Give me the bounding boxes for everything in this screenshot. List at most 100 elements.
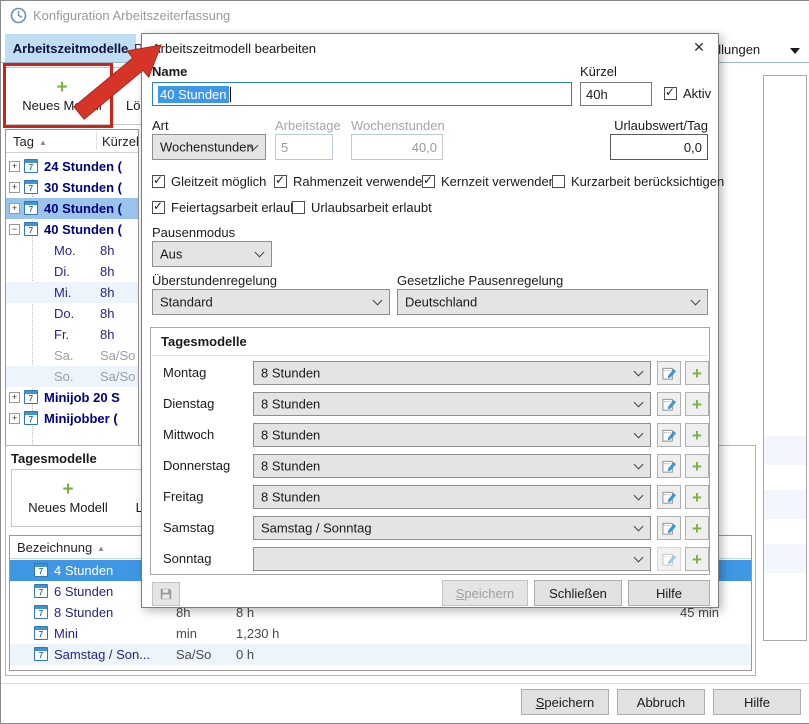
day-model-select-montag[interactable]: 8 Stunden (253, 361, 651, 385)
urlaubswert-input[interactable]: 0,0 (610, 134, 708, 160)
cancel-label: Abbruch (637, 695, 685, 710)
expand-icon[interactable] (9, 392, 20, 403)
table-row[interactable]: Minijob 20 S (6, 387, 138, 408)
name-input[interactable]: 40 Stunden (152, 82, 572, 106)
cancel-button[interactable]: Abbruch (617, 689, 705, 715)
feiertagsarbeit-checkbox-item[interactable]: Feiertagsarbeit erlaubt (152, 200, 301, 215)
kurzarbeit-checkbox-item[interactable]: Kurzarbeit berücksichtigen (552, 174, 724, 189)
column-separator[interactable] (96, 132, 97, 150)
edit-day-model-button[interactable] (657, 392, 681, 416)
add-day-model-button[interactable]: + (685, 485, 709, 509)
dialog-save-button[interactable]: Speichern (442, 580, 528, 606)
edit-day-model-button[interactable] (657, 516, 681, 540)
add-day-model-button[interactable]: + (685, 454, 709, 478)
row-kuerzel: min (176, 626, 197, 641)
checkbox-label: Aktiv (683, 86, 711, 101)
row-label: Do. (54, 306, 74, 321)
checkbox[interactable] (664, 87, 677, 100)
table-row-selected[interactable]: 40 Stunden ( (6, 198, 138, 219)
model-tree-panel: Tag Kürzel 24 Stunden ( 30 Stunden ( 40 … (5, 129, 139, 447)
ueberstunden-select[interactable]: Standard (152, 289, 390, 315)
day-model-select-freitag[interactable]: 8 Stunden (253, 485, 651, 509)
save-icon-button[interactable] (152, 582, 180, 606)
expand-icon[interactable] (9, 413, 20, 424)
edit-day-model-button[interactable] (657, 485, 681, 509)
checkbox[interactable] (274, 175, 287, 188)
urlaubswert-label: Urlaubswert/Tag (572, 118, 708, 133)
table-row[interactable]: Mini min 1,230 h (10, 623, 751, 644)
save-button[interactable]: Speichern (521, 689, 609, 715)
new-day-model-button[interactable]: + Neues Modell (16, 473, 120, 523)
edit-icon (662, 397, 677, 412)
edit-day-model-button[interactable] (657, 361, 681, 385)
table-row[interactable]: 30 Stunden ( (6, 177, 138, 198)
wochenstunden-label: Wochenstunden (351, 118, 445, 133)
column-header-tag[interactable]: Tag (13, 134, 47, 149)
column-header-bezeichnung[interactable]: Bezeichnung (17, 540, 105, 555)
edit-day-model-button[interactable] (657, 423, 681, 447)
kernzeit-checkbox-item[interactable]: Kernzeit verwenden (422, 174, 556, 189)
day-model-select-samstag[interactable]: Samstag / Sonntag (253, 516, 651, 540)
add-day-model-button[interactable]: + (685, 547, 709, 571)
checkbox[interactable] (292, 201, 305, 214)
chevron-down-icon[interactable] (790, 48, 800, 54)
table-row[interactable]: Samstag / Son... Sa/So 0 h (10, 644, 751, 665)
add-day-model-button[interactable]: + (685, 392, 709, 416)
table-row[interactable]: Mi. 8h (6, 282, 138, 303)
dialog-close-button[interactable]: Schließen (534, 580, 622, 606)
help-button[interactable]: Hilfe (713, 689, 801, 715)
checkbox[interactable] (152, 201, 165, 214)
row-kuerzel: 8h (100, 327, 114, 342)
new-day-model-label: Neues Modell (28, 500, 108, 515)
day-model-select-sonntag[interactable] (253, 547, 651, 571)
chevron-down-icon (373, 296, 383, 306)
plus-icon: + (692, 428, 702, 443)
row-kuerzel: 8h (100, 285, 114, 300)
table-row[interactable]: So. Sa/So (6, 366, 138, 387)
table-row[interactable]: Minijobber ( (6, 408, 138, 429)
add-day-model-button[interactable]: + (685, 423, 709, 447)
window-title: Konfiguration Arbeitszeiterfassung (33, 8, 230, 23)
gleitzeit-checkbox-item[interactable]: Gleitzeit möglich (152, 174, 266, 189)
collapse-icon[interactable] (9, 224, 20, 235)
add-day-model-button[interactable]: + (685, 516, 709, 540)
checkbox[interactable] (422, 175, 435, 188)
edit-day-model-button[interactable] (657, 454, 681, 478)
table-row[interactable]: 24 Stunden ( (6, 156, 138, 177)
table-row[interactable]: Di. 8h (6, 261, 138, 282)
table-row[interactable]: Do. 8h (6, 303, 138, 324)
add-day-model-button[interactable]: + (685, 361, 709, 385)
aktiv-checkbox-item[interactable]: Aktiv (664, 86, 711, 101)
checkbox[interactable] (152, 175, 165, 188)
art-select[interactable]: Wochenstunden (152, 134, 266, 160)
kuerzel-input[interactable]: 40h (580, 82, 652, 106)
row-kuerzel: Sa/So (100, 348, 135, 363)
rahmenzeit-checkbox-item[interactable]: Rahmenzeit verwenden (274, 174, 430, 189)
pausenregelung-label: Gesetzliche Pausenregelung (397, 273, 563, 288)
pausenregelung-select[interactable]: Deutschland (397, 289, 708, 315)
expand-icon[interactable] (9, 182, 20, 193)
expand-icon[interactable] (9, 203, 20, 214)
pausenmodus-select[interactable]: Aus (152, 241, 272, 267)
table-row[interactable]: Sa. Sa/So (6, 345, 138, 366)
day-model-select-mittwoch[interactable]: 8 Stunden (253, 423, 651, 447)
dialog-help-button[interactable]: Hilfe (628, 580, 710, 606)
day-model-select-donnerstag[interactable]: 8 Stunden (253, 454, 651, 478)
close-icon[interactable] (690, 39, 708, 57)
ueberstunden-value: Standard (160, 295, 213, 310)
chevron-down-icon (634, 429, 644, 439)
day-model-select-dienstag[interactable]: 8 Stunden (253, 392, 651, 416)
checkbox-label: Gleitzeit möglich (171, 174, 266, 189)
chevron-down-icon (691, 296, 701, 306)
day-label: Donnerstag (163, 458, 230, 473)
urlaubsarbeit-checkbox-item[interactable]: Urlaubsarbeit erlaubt (292, 200, 432, 215)
plus-icon: + (692, 366, 702, 381)
expand-icon[interactable] (9, 161, 20, 172)
clock-icon (10, 7, 27, 27)
pausenmodus-value: Aus (160, 247, 182, 262)
table-row[interactable]: 40 Stunden ( (6, 219, 138, 240)
table-row[interactable]: Fr. 8h (6, 324, 138, 345)
column-header-kuerzel[interactable]: Kürzel (102, 134, 139, 149)
checkbox[interactable] (552, 175, 565, 188)
table-row[interactable]: Mo. 8h (6, 240, 138, 261)
